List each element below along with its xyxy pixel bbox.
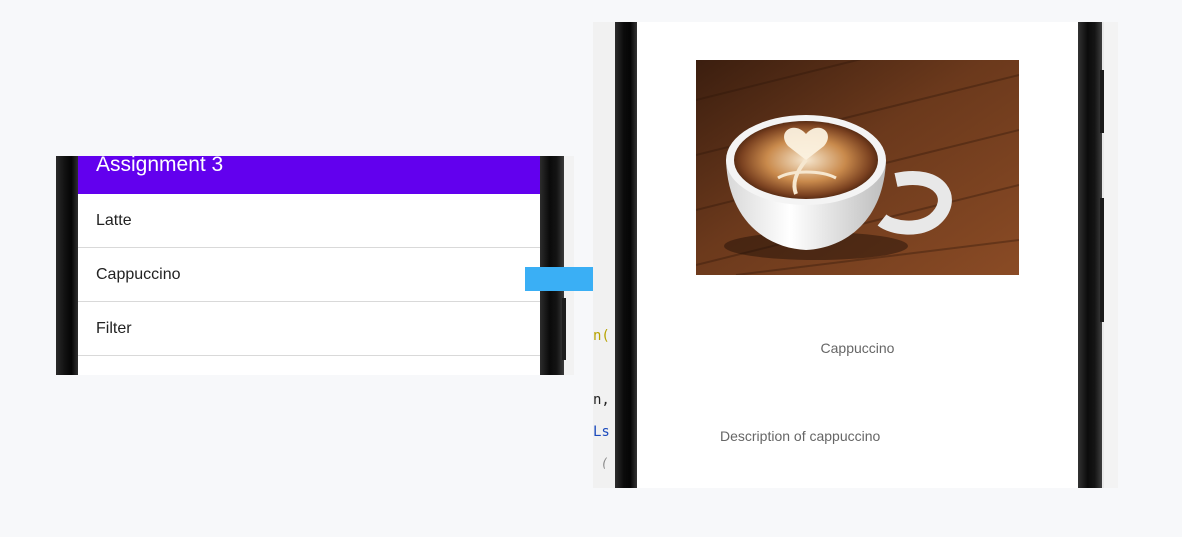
- code-fragment: n,: [593, 392, 610, 408]
- list-item-label: Latte: [96, 211, 132, 229]
- list-screen-phone: Assignment 3 Latte Cappuccino Filter: [56, 156, 574, 375]
- list-item-latte[interactable]: Latte: [78, 194, 540, 248]
- list-item-label: Cappuccino: [96, 265, 181, 283]
- code-fragment: n(: [593, 328, 610, 344]
- list-item-filter[interactable]: Filter: [78, 302, 540, 356]
- ide-code-strip: n( n, Ls (: [593, 22, 615, 488]
- list-item-cappuccino[interactable]: Cappuccino: [78, 248, 540, 302]
- code-fragment: (: [601, 456, 609, 470]
- detail-name: Cappuccino: [820, 340, 895, 356]
- app-bar: Assignment 3: [78, 156, 540, 194]
- code-fragment: Ls: [593, 424, 610, 440]
- list-item-label: Filter: [96, 319, 132, 337]
- detail-screen-phone: n( n, Ls (Cappuccino Description of cap…: [593, 22, 1118, 488]
- detail-screen: Cappuccino Description of cappuccino: [637, 22, 1078, 488]
- detail-description: Description of cappuccino: [720, 428, 881, 444]
- phone-bezel-left: [56, 156, 78, 375]
- phone-bezel-left: [615, 22, 637, 488]
- app-title: Assignment 3: [96, 156, 224, 176]
- phone-side-button: [562, 298, 566, 360]
- phone-bezel-right: [1078, 22, 1102, 488]
- list-screen: Assignment 3 Latte Cappuccino Filter: [78, 156, 540, 375]
- coffee-cup-image: [696, 60, 1019, 275]
- emulator-frame-edge: [1104, 22, 1118, 488]
